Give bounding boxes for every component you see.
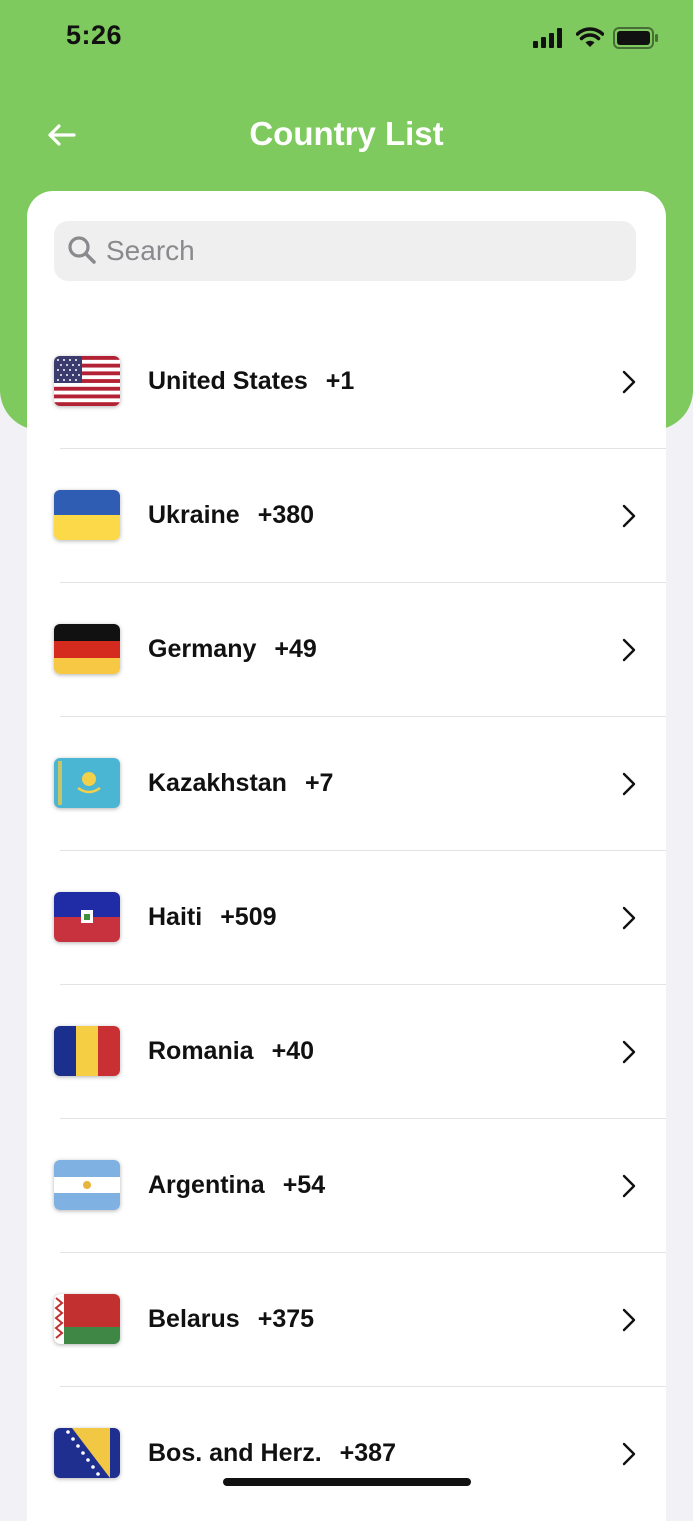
flag-ro-icon xyxy=(54,1026,120,1076)
chevron-right-icon xyxy=(622,1442,636,1466)
country-code: +40 xyxy=(271,1037,315,1065)
page-title: Country List xyxy=(249,115,444,152)
country-row-kazakhstan[interactable]: Kazakhstan +7 xyxy=(27,717,666,851)
country-name: Romania +40 xyxy=(148,1037,315,1065)
country-list: United States +1 Ukraine +380 Germany +4… xyxy=(27,315,666,1521)
country-code: +1 xyxy=(325,367,355,395)
country-row-haiti[interactable]: Haiti +509 xyxy=(27,851,666,985)
country-row-ukraine[interactable]: Ukraine +380 xyxy=(27,449,666,583)
country-name: Belarus +375 xyxy=(148,1305,315,1333)
country-name: Argentina +54 xyxy=(148,1171,326,1199)
country-code: +387 xyxy=(339,1439,396,1467)
country-list-card: United States+1 Ukraine+380 xyxy=(27,191,666,1521)
status-time: 5:26 xyxy=(66,20,123,50)
flag-ba-icon xyxy=(54,1428,120,1478)
chevron-right-icon xyxy=(622,1040,636,1064)
flag-ar-icon xyxy=(54,1160,120,1210)
country-row-romania[interactable]: Romania +40 xyxy=(27,985,666,1119)
country-row-bosnia-and-herzegovina[interactable]: Bos. and Herz. +387 xyxy=(27,1387,666,1521)
country-row-germany[interactable]: Germany +49 xyxy=(27,583,666,717)
search-input[interactable] xyxy=(106,221,626,281)
country-row-argentina[interactable]: Argentina +54 xyxy=(27,1119,666,1253)
chevron-right-icon xyxy=(622,1308,636,1332)
chevron-right-icon xyxy=(622,504,636,528)
home-indicator xyxy=(223,1478,471,1486)
country-code: +7 xyxy=(304,769,334,797)
country-name: Haiti +509 xyxy=(148,903,277,931)
wifi-icon xyxy=(576,27,604,47)
country-name: Bos. and Herz. +387 xyxy=(148,1439,396,1467)
flag-by-icon xyxy=(54,1294,120,1344)
country-name: Germany +49 xyxy=(148,635,317,663)
country-row-belarus[interactable]: Belarus +375 xyxy=(27,1253,666,1387)
country-name: Kazakhstan +7 xyxy=(148,769,334,797)
country-name: Ukraine +380 xyxy=(148,501,315,529)
chevron-right-icon xyxy=(622,906,636,930)
battery-icon xyxy=(613,27,658,49)
signal-icon xyxy=(533,28,562,48)
country-code: +49 xyxy=(274,635,317,663)
chevron-right-icon xyxy=(622,1174,636,1198)
country-row-united-states[interactable]: United States +1 xyxy=(27,315,666,449)
flag-kz-icon xyxy=(54,758,120,808)
chevron-right-icon xyxy=(622,772,636,796)
flag-ua-icon xyxy=(54,490,120,540)
flag-us-icon xyxy=(54,356,120,406)
country-code: +54 xyxy=(282,1171,326,1199)
search-icon xyxy=(68,236,96,264)
status-bar: 5:26 xyxy=(0,0,693,80)
chevron-right-icon xyxy=(622,370,636,394)
country-name: United States +1 xyxy=(148,367,355,395)
country-code: +375 xyxy=(257,1305,315,1333)
country-code: +509 xyxy=(220,903,277,931)
flag-de-icon xyxy=(54,624,120,674)
search-box[interactable] xyxy=(54,221,636,281)
flag-ht-icon xyxy=(54,892,120,942)
country-code: +380 xyxy=(257,501,315,529)
chevron-right-icon xyxy=(622,638,636,662)
